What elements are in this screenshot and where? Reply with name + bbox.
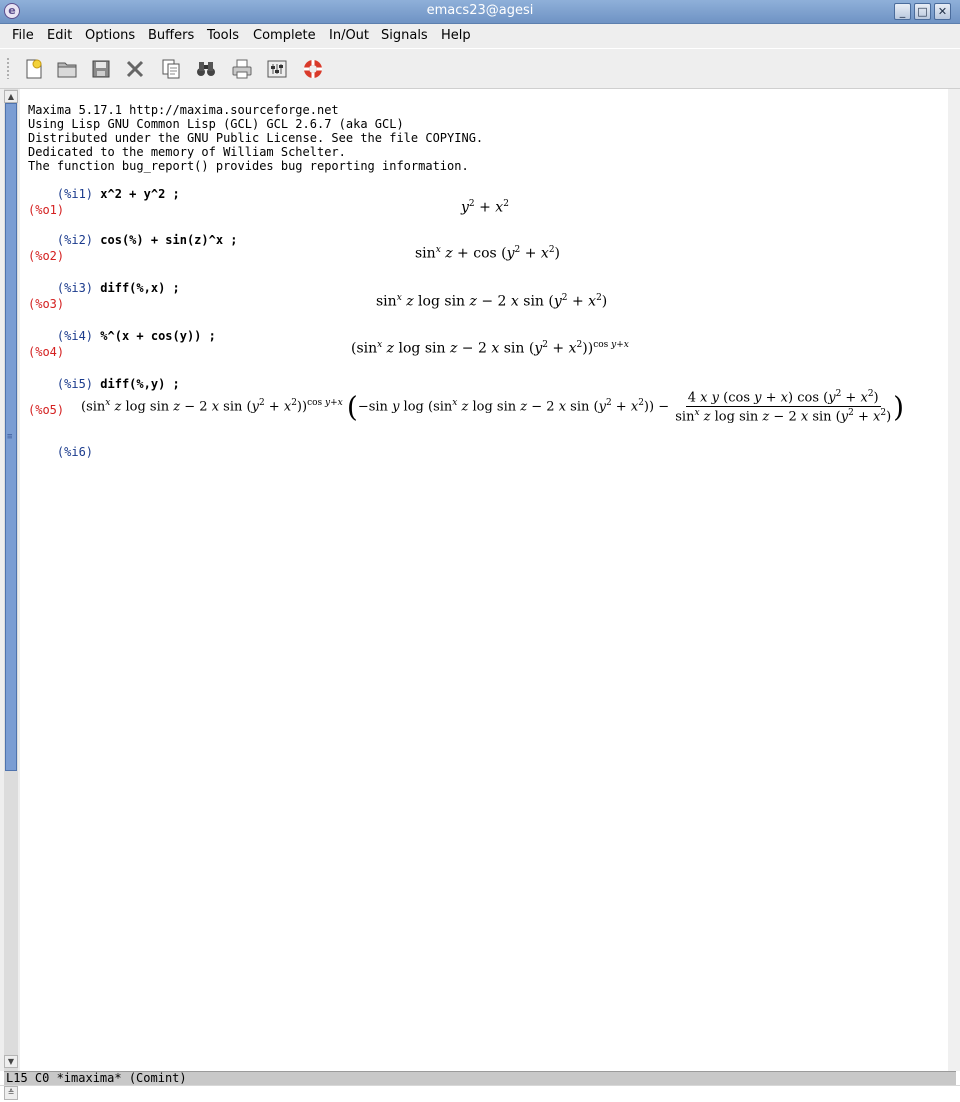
menu-signals[interactable]: Signals	[381, 28, 428, 43]
menu-in-out[interactable]: In/Out	[329, 28, 369, 43]
mode-line[interactable]: L15 C0 *imaxima* (Comint)	[4, 1071, 956, 1085]
input-command: diff(%,x) ;	[100, 281, 180, 295]
maximize-button[interactable]: □	[914, 3, 931, 20]
imaxima-buffer[interactable]: Maxima 5.17.1 http://maxima.sourceforge.…	[20, 89, 948, 1071]
new-file-icon[interactable]	[20, 55, 48, 83]
menu-options[interactable]: Options	[85, 28, 135, 43]
input-command: cos(%) + sin(z)^x ;	[100, 233, 238, 247]
banner-line: Maxima 5.17.1 http://maxima.sourceforge.…	[28, 103, 339, 117]
preferences-icon[interactable]	[263, 55, 291, 83]
input-line-i6[interactable]: (%i6)	[28, 431, 93, 473]
output-formula-o1: y2 + x2	[461, 199, 509, 216]
banner-line: The function bug_report() provides bug r…	[28, 159, 469, 173]
right-fringe	[948, 89, 960, 1071]
minimize-button[interactable]: _	[894, 3, 911, 20]
output-prompt: (%o3)	[28, 297, 65, 311]
menu-complete[interactable]: Complete	[253, 28, 316, 43]
scroll-down-arrow-icon[interactable]: ▼	[4, 1055, 18, 1068]
output-formula-o3: sinx z log sin z − 2 x sin (y2 + x2)	[376, 293, 608, 310]
fringe-indicator-icon: ≡	[7, 432, 13, 442]
output-formula-o5: (sinx z log sin z − 2 x sin (y2 + x2))co…	[81, 389, 905, 425]
toolbar	[0, 49, 960, 89]
output-prompt: (%o1)	[28, 203, 65, 217]
banner-line: Dedicated to the memory of William Schel…	[28, 145, 346, 159]
open-folder-icon[interactable]	[53, 55, 81, 83]
menu-edit[interactable]: Edit	[47, 28, 72, 43]
window-title: emacs23@agesi	[426, 3, 534, 18]
close-window-button[interactable]: ✕	[934, 3, 951, 20]
print-icon[interactable]	[228, 55, 256, 83]
output-formula-o4: (sinx z log sin z − 2 x sin (y2 + x2))co…	[351, 340, 629, 357]
menu-help[interactable]: Help	[441, 28, 471, 43]
input-prompt: (%i3)	[56, 281, 94, 295]
mode-line-text: L15 C0 *imaxima* (Comint)	[6, 1071, 187, 1085]
scroll-up-arrow-icon[interactable]: ▲	[4, 90, 18, 103]
input-prompt: (%i6)	[56, 445, 94, 459]
copy-icon[interactable]	[157, 55, 185, 83]
output-formula-o2: sinx z + cos (y2 + x2)	[415, 245, 561, 262]
input-prompt: (%i4)	[56, 329, 94, 343]
toolbar-grip[interactable]	[6, 57, 10, 79]
input-command: %^(x + cos(y)) ;	[100, 329, 216, 343]
minibuffer-scroll-icon[interactable]: ≙	[4, 1086, 18, 1100]
menu-tools[interactable]: Tools	[207, 28, 239, 43]
menu-file[interactable]: File	[12, 28, 34, 43]
menu-buffers[interactable]: Buffers	[148, 28, 194, 43]
input-command: x^2 + y^2 ;	[100, 187, 180, 201]
title-bar[interactable]: e emacs23@agesi _ □ ✕	[0, 0, 960, 24]
input-prompt: (%i2)	[56, 233, 94, 247]
banner-line: Distributed under the GNU Public License…	[28, 131, 484, 145]
output-prompt: (%o2)	[28, 249, 65, 263]
save-disk-icon[interactable]	[87, 55, 115, 83]
help-lifebuoy-icon[interactable]	[299, 55, 327, 83]
output-prompt: (%o5)	[28, 403, 65, 417]
output-prompt: (%o4)	[28, 345, 65, 359]
menu-bar: File Edit Options Buffers Tools Complete…	[0, 24, 960, 48]
banner-line: Using Lisp GNU Common Lisp (GCL) GCL 2.6…	[28, 117, 404, 131]
close-x-icon[interactable]	[121, 55, 149, 83]
input-prompt: (%i1)	[56, 187, 94, 201]
search-binoculars-icon[interactable]	[192, 55, 220, 83]
minibuffer[interactable]	[0, 1085, 960, 1102]
